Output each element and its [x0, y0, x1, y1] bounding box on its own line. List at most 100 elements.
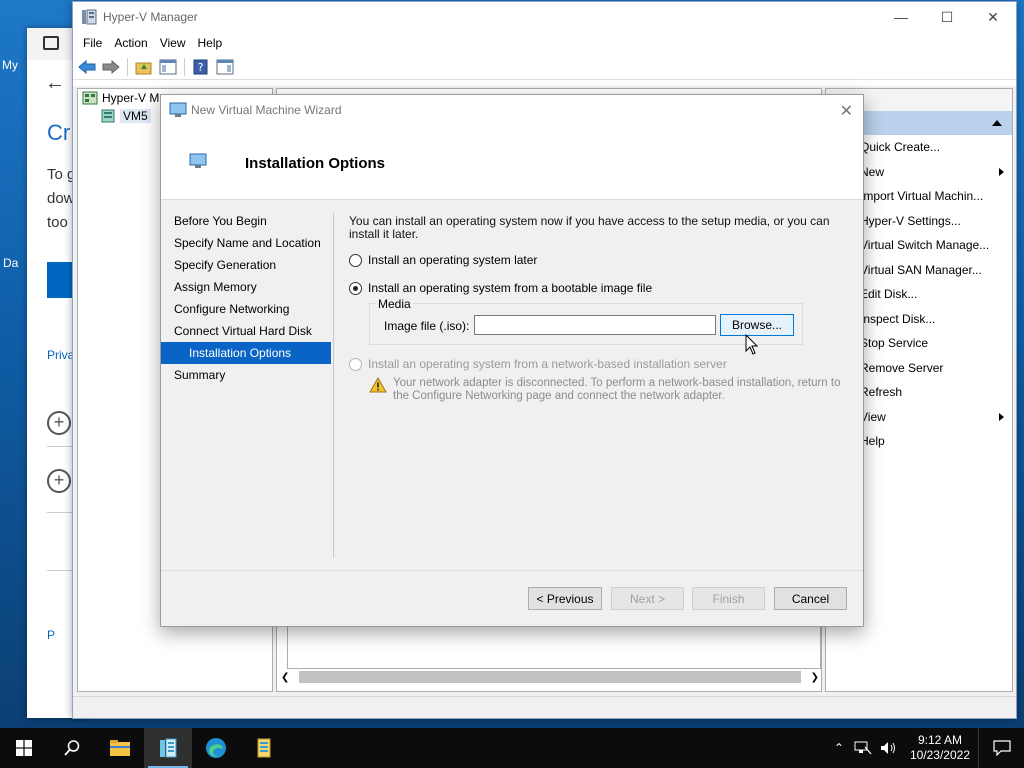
radio-install-from-image[interactable]: Install an operating system from a boota…	[349, 281, 849, 295]
scrollbar-thumb[interactable]	[299, 671, 801, 683]
radio-install-from-network[interactable]: Install an operating system from a netwo…	[349, 357, 849, 371]
window-icon[interactable]	[43, 36, 59, 50]
menu-help[interactable]: Help	[192, 36, 229, 50]
network-warning: Your network adapter is disconnected. To…	[369, 377, 849, 403]
add-icon[interactable]: +	[47, 469, 71, 493]
radio-button[interactable]	[349, 253, 362, 267]
toolbar: ?	[73, 54, 1016, 80]
search-button[interactable]	[48, 728, 96, 768]
wizard-icon	[169, 102, 187, 117]
radio-button-disabled[interactable]	[349, 357, 362, 371]
footer-divider	[161, 570, 863, 571]
show-hidden-icons-chevron-icon[interactable]: ⌃	[834, 741, 844, 755]
action-item-label: Remove Server	[860, 360, 944, 375]
taskbar: ⌃ 9:12 AM 10/23/2022	[0, 728, 1024, 768]
start-button[interactable]	[0, 728, 48, 768]
titlebar: Hyper-V Manager — ☐ ✕	[73, 2, 1016, 32]
wizard-step[interactable]: Assign Memory	[161, 276, 333, 298]
search-icon	[64, 740, 80, 756]
body-text: dow	[47, 190, 75, 207]
wizard-step[interactable]: Configure Networking	[161, 298, 333, 320]
back-icon[interactable]	[77, 57, 97, 77]
menu-bar: File Action View Help	[73, 32, 1016, 54]
menu-file[interactable]: File	[77, 36, 108, 50]
intro-text: You can install an operating system now …	[349, 214, 830, 241]
radio-label: Install an operating system from a boota…	[368, 281, 653, 295]
dialog-title: New Virtual Machine Wizard	[191, 103, 342, 117]
add-icon[interactable]: +	[47, 411, 71, 435]
tree-item-label: VM5	[120, 109, 151, 123]
taskbar-edge[interactable]	[192, 728, 240, 768]
forward-icon[interactable]	[101, 57, 121, 77]
action-item-label: Edit Disk...	[860, 287, 918, 301]
clock[interactable]: 9:12 AM 10/23/2022	[910, 733, 970, 763]
clock-date: 10/23/2022	[909, 748, 970, 762]
desktop-icon-label[interactable]: My	[2, 58, 18, 72]
toolbar-separator	[127, 57, 128, 76]
minimize-icon[interactable]: —	[878, 2, 924, 32]
show-hide-console-tree-icon[interactable]	[158, 57, 178, 77]
close-icon[interactable]: ✕	[970, 2, 1016, 32]
next-button[interactable]: Next >	[611, 587, 684, 610]
menu-action[interactable]: Action	[108, 36, 153, 50]
taskbar-file-explorer[interactable]	[96, 728, 144, 768]
warning-text: Your network adapter is disconnected. To…	[393, 377, 841, 402]
toolbar-separator	[184, 57, 185, 76]
tree-item-label: Hyper-V M	[102, 91, 160, 105]
up-folder-icon[interactable]	[134, 57, 154, 77]
action-item-label: Virtual SAN Manager...	[860, 262, 982, 277]
status-bar	[73, 696, 1016, 718]
window-title: Hyper-V Manager	[103, 10, 198, 24]
server-icon	[101, 109, 115, 123]
wizard-step[interactable]: Connect Virtual Hard Disk	[161, 320, 333, 342]
close-icon[interactable]: ✕	[840, 101, 853, 121]
show-hide-action-pane-icon[interactable]	[215, 57, 235, 77]
new-vm-wizard-dialog: New Virtual Machine Wizard ✕ Installatio…	[160, 94, 864, 627]
action-item-label: Inspect Disk...	[860, 311, 936, 326]
previous-button[interactable]: < Previous	[528, 587, 602, 610]
network-icon[interactable]	[854, 741, 872, 755]
desktop-icon-label[interactable]: Da	[3, 256, 18, 270]
cancel-button[interactable]: Cancel	[774, 587, 847, 610]
wizard-step[interactable]: Specify Generation	[161, 254, 333, 276]
image-file-label: Image file (.iso):	[384, 319, 470, 333]
media-group-legend: Media	[376, 297, 413, 311]
scroll-right-icon[interactable]: ❯	[811, 672, 819, 683]
wizard-steps: Before You Begin Specify Name and Locatio…	[161, 210, 333, 386]
wizard-step-current[interactable]: Installation Options	[161, 342, 331, 364]
notifications-button[interactable]	[978, 728, 1024, 768]
maximize-icon[interactable]: ☐	[924, 2, 970, 32]
action-item-label: Stop Service	[860, 336, 929, 350]
radio-button-selected[interactable]	[349, 281, 362, 295]
body-text: too	[47, 214, 68, 231]
submenu-arrow-icon	[999, 412, 1004, 421]
radio-label: Install an operating system from a netwo…	[368, 357, 727, 371]
wizard-step[interactable]: Summary	[161, 364, 333, 386]
action-item-label: Import Virtual Machin...	[860, 189, 984, 203]
wizard-step[interactable]: Before You Begin	[161, 210, 333, 232]
action-item-label: Virtual Switch Manage...	[860, 238, 990, 252]
wizard-step[interactable]: Specify Name and Location	[161, 232, 333, 254]
action-item-label: Refresh	[860, 385, 903, 399]
bottom-link[interactable]: P	[47, 628, 55, 642]
radio-label: Install an operating system later	[368, 253, 538, 267]
hyperv-manager-icon	[82, 91, 98, 105]
scroll-left-icon[interactable]: ❮	[281, 672, 289, 683]
hyperv-manager-icon	[160, 738, 177, 758]
taskbar-hyperv-manager[interactable]	[144, 728, 192, 768]
image-file-input[interactable]	[474, 315, 716, 335]
menu-view[interactable]: View	[154, 36, 192, 50]
back-arrow-icon[interactable]: ←	[45, 72, 65, 95]
monitor-icon	[189, 153, 207, 168]
help-icon[interactable]: ?	[191, 57, 211, 77]
file-explorer-icon	[110, 740, 130, 756]
page-heading: Cr	[47, 120, 71, 145]
finish-button[interactable]: Finish	[692, 587, 765, 610]
radio-install-later[interactable]: Install an operating system later	[349, 253, 849, 267]
browse-button[interactable]: Browse...	[720, 314, 794, 336]
horizontal-scrollbar[interactable]: ❮ ❯	[281, 669, 819, 685]
warning-icon	[369, 377, 387, 393]
volume-icon[interactable]	[880, 741, 898, 755]
privacy-link[interactable]: Priva	[47, 348, 74, 362]
taskbar-server-manager[interactable]	[240, 728, 288, 768]
